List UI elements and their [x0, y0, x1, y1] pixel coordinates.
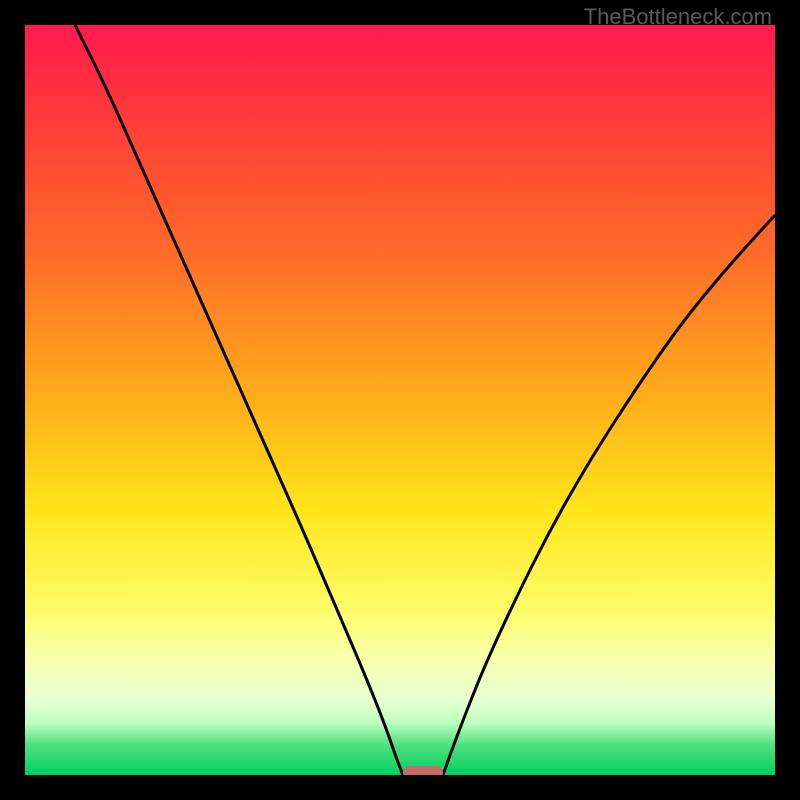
chart-frame: [25, 25, 775, 775]
right-curve: [443, 215, 775, 775]
curve-svg: [25, 25, 775, 775]
watermark-text: TheBottleneck.com: [584, 4, 772, 30]
left-curve: [75, 25, 403, 775]
bottleneck-marker: [403, 766, 443, 775]
